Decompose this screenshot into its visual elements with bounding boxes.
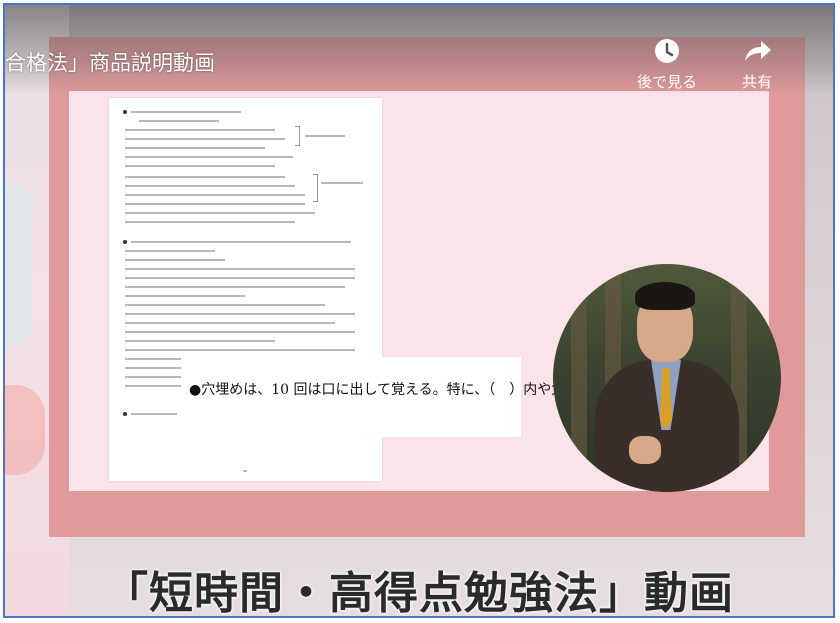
text-line <box>125 250 215 252</box>
bullet-dot <box>123 412 127 416</box>
share-label: 共有 <box>741 73 772 91</box>
watch-later-label: 後で見る <box>636 73 697 91</box>
text-line <box>125 138 285 140</box>
share-arrow-icon <box>739 35 775 69</box>
text-line <box>125 221 295 223</box>
callout-text: ●穴埋めは、10 回は口に出して覚える。特に、（ ）内や太文字。 <box>189 382 608 398</box>
presenter-hand <box>629 436 661 464</box>
video-caption: 「短時間・高得点勉強法」動画 <box>104 568 734 618</box>
background-figure <box>5 385 45 475</box>
text-line <box>125 268 355 270</box>
text-line <box>125 203 305 205</box>
text-line <box>125 212 315 214</box>
text-line <box>131 111 241 113</box>
text-line <box>305 135 345 137</box>
text-line <box>131 413 177 415</box>
text-line <box>139 120 219 122</box>
video-title[interactable]: 合格法」商品説明動画 <box>5 47 215 77</box>
text-line <box>125 156 293 158</box>
text-line <box>125 331 355 333</box>
text-line <box>125 259 225 261</box>
text-line <box>125 304 325 306</box>
text-line <box>131 241 351 243</box>
clock-icon <box>649 35 685 69</box>
share-button[interactable]: 共有 <box>727 35 787 92</box>
text-line <box>125 349 355 351</box>
text-line <box>125 194 305 196</box>
text-line <box>125 385 185 387</box>
page-number <box>243 470 247 472</box>
text-line <box>125 313 355 315</box>
text-line <box>125 147 265 149</box>
bracket <box>313 174 318 202</box>
watch-later-button[interactable]: 後で見る <box>627 35 707 92</box>
bracket <box>295 126 300 146</box>
text-line <box>321 182 363 184</box>
text-line <box>125 185 295 187</box>
presenter-video <box>553 264 781 492</box>
bullet-dot <box>123 110 127 114</box>
presenter-hair <box>635 282 695 310</box>
text-line <box>125 295 245 297</box>
text-line <box>125 165 275 167</box>
text-line <box>125 176 285 178</box>
text-line <box>125 286 345 288</box>
callout-box: ●穴埋めは、10 回は口に出して覚える。特に、（ ）内や太文字。 <box>181 357 607 437</box>
video-player[interactable]: ●穴埋めは、10 回は口に出して覚える。特に、（ ）内や太文字。 合格法」商品説… <box>5 5 833 616</box>
screenshot-frame: ●穴埋めは、10 回は口に出して覚える。特に、（ ）内や太文字。 合格法」商品説… <box>3 3 835 618</box>
bullet-dot <box>123 240 127 244</box>
background-figure <box>5 185 31 345</box>
text-line <box>125 340 275 342</box>
background-tree <box>571 264 587 492</box>
text-line <box>125 129 275 131</box>
text-line <box>125 322 335 324</box>
text-line <box>125 277 355 279</box>
